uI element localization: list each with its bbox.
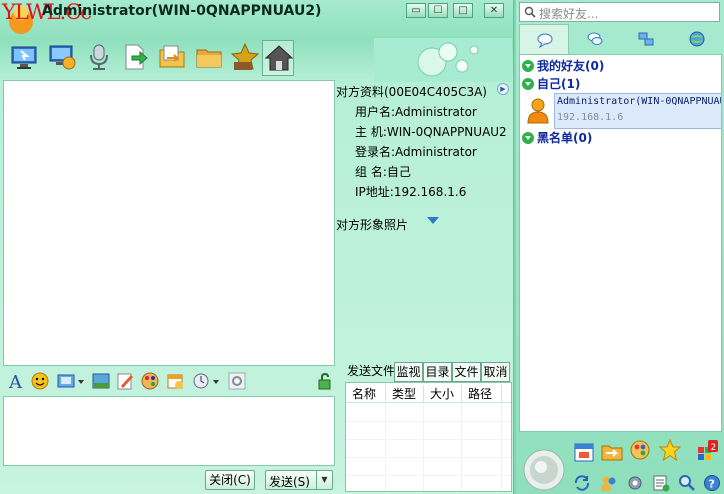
close-chat-button[interactable]: 关闭(C): [205, 470, 255, 490]
buddy-name: Administrator(WIN-0QNAPPNUAU2): [557, 96, 721, 107]
shared-folder-icon[interactable]: [601, 441, 623, 463]
app-main-logo-icon[interactable]: [521, 448, 567, 492]
col-name[interactable]: 名称: [346, 385, 386, 403]
buddy-item[interactable]: Administrator(WIN-0QNAPPNUAU2) 192.168.1…: [554, 93, 722, 129]
minimize-button[interactable]: ▭: [406, 3, 426, 18]
shake-icon[interactable]: [191, 371, 221, 391]
tab-directory[interactable]: 目录: [423, 362, 452, 382]
info-toggle-icon[interactable]: ▶: [497, 83, 509, 95]
buddy-tabs: [519, 24, 722, 54]
handwriting-icon[interactable]: [115, 371, 135, 391]
search-icon: [524, 6, 536, 18]
group-my-friends[interactable]: 我的好友(0): [522, 57, 604, 75]
emoticon-icon[interactable]: [30, 371, 50, 391]
format-toolbar: A: [3, 367, 335, 395]
refresh-icon[interactable]: [573, 474, 591, 492]
info-header: 对方资料(00E04C405C3A): [336, 85, 487, 99]
info-login: 登录名:Administrator: [355, 145, 477, 159]
photo-label: 对方形象照片: [336, 218, 409, 232]
send-options-chevron-icon[interactable]: ▼: [316, 471, 332, 489]
send-button-label: 发送(S): [269, 475, 310, 489]
info-username: 用户名:Administrator: [355, 105, 477, 119]
users-icon[interactable]: [600, 474, 618, 492]
calendar-icon[interactable]: [573, 441, 595, 463]
tab-network[interactable]: [621, 24, 671, 54]
buddy-list-panel: 搜索好友... 我的好友(0) 自己(1) Administrator(WIN-…: [516, 0, 724, 494]
screenshot-icon[interactable]: [56, 371, 86, 391]
chat-icon: [537, 33, 553, 48]
banner-decoration: [374, 38, 512, 82]
tab-file[interactable]: 文件: [452, 362, 481, 382]
favorites-icon[interactable]: [229, 40, 261, 76]
contact-info-panel: 对方资料(00E04C405C3A) ▶ 用户名:Administrator 主…: [336, 80, 514, 364]
info-host: 主 机:WIN-0QNAPPNUAU2: [355, 125, 507, 139]
svg-text:?: ?: [709, 478, 715, 491]
expand-icon: [522, 78, 534, 90]
tab-monitor[interactable]: 监视: [394, 362, 423, 382]
apps-icon[interactable]: 2: [697, 439, 719, 461]
tab-cancel[interactable]: 取消: [481, 362, 510, 382]
group-label: 黑名单(0): [537, 131, 593, 145]
group-label: 我的好友(0): [537, 59, 605, 73]
web-icon: [689, 31, 705, 47]
expand-icon: [522, 60, 534, 72]
star-icon[interactable]: [659, 439, 681, 461]
window-title: Administrator(WIN-0QNAPPNUAU2): [42, 3, 322, 19]
home-icon[interactable]: [262, 40, 294, 76]
col-path[interactable]: 路径: [462, 385, 502, 403]
tab-group-chat[interactable]: [570, 24, 620, 54]
message-history[interactable]: [3, 80, 335, 366]
svg-text:A: A: [8, 372, 23, 391]
message-manager-icon[interactable]: [652, 474, 670, 492]
search-box[interactable]: 搜索好友...: [519, 2, 720, 22]
shared-folder-icon[interactable]: [156, 40, 188, 76]
buddy-ip: 192.168.1.6: [557, 112, 624, 123]
chat-window: YLWL.Cc Administrator(WIN-0QNAPPNUAU2) ▭…: [0, 0, 514, 494]
microphone-icon[interactable]: [83, 40, 115, 76]
tab-chat[interactable]: [519, 24, 569, 54]
network-icon: [638, 32, 654, 46]
send-file-icon[interactable]: [119, 40, 151, 76]
send-file-label: 发送文件: [347, 364, 396, 378]
search-input[interactable]: 搜索好友...: [539, 5, 598, 22]
info-group: 组 名:自己: [355, 165, 411, 179]
screen-share-icon[interactable]: [46, 40, 78, 76]
remote-desktop-icon[interactable]: [8, 40, 40, 76]
calendar-icon[interactable]: [165, 371, 185, 391]
col-type[interactable]: 类型: [386, 385, 424, 403]
close-button[interactable]: ✕: [484, 3, 504, 18]
group-chat-icon: [587, 32, 603, 45]
col-size[interactable]: 大小: [424, 385, 462, 403]
image-icon[interactable]: [91, 371, 111, 391]
settings-icon[interactable]: [227, 371, 247, 391]
tab-web[interactable]: [672, 24, 722, 54]
user-avatar-icon: [527, 98, 549, 124]
file-transfer-table[interactable]: 名称 类型 大小 路径: [345, 382, 512, 492]
chat-toolbar: [8, 40, 308, 78]
font-icon[interactable]: A: [6, 371, 26, 393]
message-input[interactable]: [3, 396, 335, 466]
palette-icon[interactable]: [140, 371, 160, 391]
expand-icon: [522, 132, 534, 144]
group-label: 自己(1): [537, 77, 581, 91]
info-ip: IP地址:192.168.1.6: [355, 185, 467, 199]
file-transfer-tabs: 发送文件 监视 目录 文件 取消: [344, 362, 512, 382]
lock-icon[interactable]: [315, 371, 335, 391]
maximize-button[interactable]: □: [453, 3, 473, 18]
file-table-header: 名称 类型 大小 路径: [346, 385, 511, 403]
palette-icon[interactable]: [629, 439, 651, 461]
group-self[interactable]: 自己(1): [522, 75, 580, 93]
restore-button[interactable]: ☐: [428, 3, 448, 18]
svg-text:2: 2: [711, 443, 717, 453]
folder-icon[interactable]: [193, 40, 225, 76]
help-icon[interactable]: ?: [703, 474, 721, 492]
buddy-tree[interactable]: 我的好友(0) 自己(1) Administrator(WIN-0QNAPPNU…: [519, 54, 722, 432]
send-button[interactable]: 发送(S) ▼: [265, 470, 333, 490]
gear-icon[interactable]: [626, 474, 644, 492]
find-user-icon[interactable]: [678, 474, 696, 492]
group-blacklist[interactable]: 黑名单(0): [522, 129, 592, 147]
title-bar[interactable]: YLWL.Cc Administrator(WIN-0QNAPPNUAU2) ▭…: [0, 0, 514, 34]
photo-expand-icon[interactable]: [427, 217, 439, 224]
